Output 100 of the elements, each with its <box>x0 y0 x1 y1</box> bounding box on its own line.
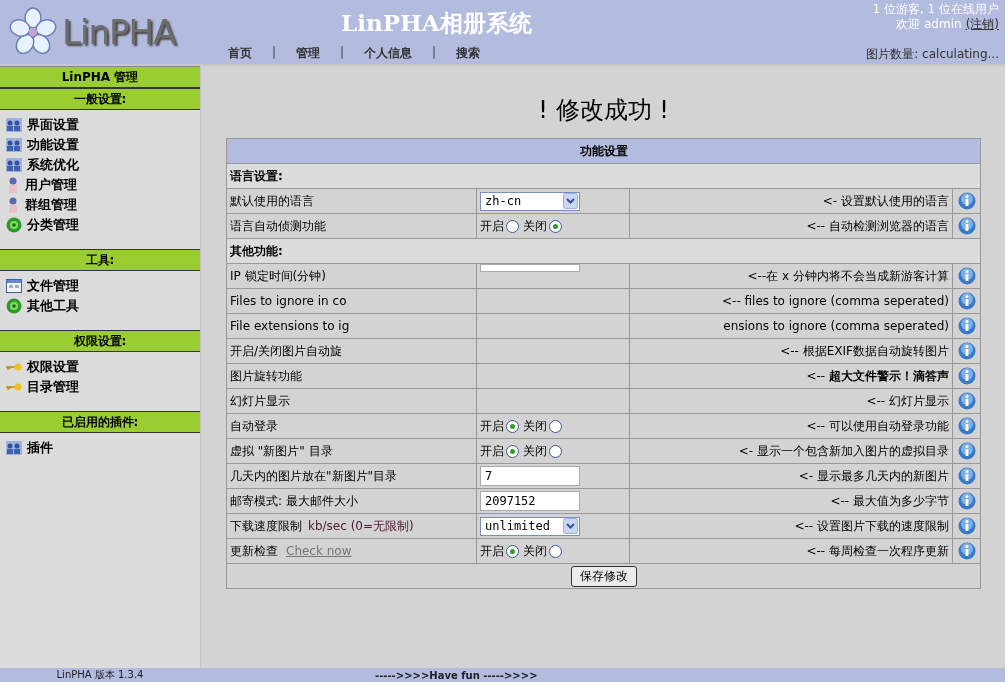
sidebar-title: LinPHA 管理 <box>0 66 200 88</box>
setting-description: <- 显示一个包含新加入图片的虚拟目录 <box>738 443 949 458</box>
radio-label: 开启 <box>480 417 504 435</box>
sidebar-section-header: 工具: <box>0 249 200 271</box>
nav-link[interactable]: 个人信息 <box>364 45 413 62</box>
people-icon <box>6 138 22 152</box>
info-icon[interactable] <box>957 192 976 210</box>
radio-button[interactable] <box>549 419 562 433</box>
nav-link[interactable]: 管理 <box>296 45 321 62</box>
flower-icon <box>6 217 22 233</box>
input-field[interactable]: 2097152 <box>480 491 580 511</box>
sidebar-link[interactable]: 目录管理 <box>27 378 79 396</box>
radio-button[interactable] <box>506 219 519 233</box>
setting-description: <-- 幻灯片显示 <box>866 393 949 408</box>
key-icon <box>6 382 22 392</box>
section-heading: 语言设置: <box>226 163 981 189</box>
setting-description: <--在 x 分钟内将不会当成新游客计算 <box>747 268 949 283</box>
setting-description: <-- 每周检查一次程序更新 <box>806 543 949 558</box>
radio-button[interactable] <box>549 544 562 558</box>
info-icon[interactable] <box>957 417 976 435</box>
setting-label: IP 锁定时间(分钟) <box>230 268 326 283</box>
save-button[interactable]: 保存修改 <box>570 565 637 587</box>
sidebar-section-header: 权限设置: <box>0 330 200 352</box>
radio-button[interactable] <box>506 419 519 433</box>
window-icon <box>6 279 22 293</box>
input-field[interactable]: 7 <box>480 466 580 486</box>
people-icon <box>6 118 22 132</box>
logout-link[interactable]: (注销) <box>965 17 999 32</box>
info-icon[interactable] <box>957 292 976 310</box>
setting-label: 几天内的图片放在"新图片"目录 <box>230 468 398 483</box>
setting-label: 更新检查 <box>230 543 278 558</box>
input-field[interactable] <box>480 264 580 272</box>
sidebar-link[interactable]: 群组管理 <box>25 196 77 214</box>
setting-description: <-- 可以使用自动登录功能 <box>806 418 949 433</box>
version-text: LinPHA 版本 1.3.4 <box>55 668 145 682</box>
info-icon[interactable] <box>957 342 976 360</box>
radio-label: 关闭 <box>523 417 547 435</box>
setting-label: 图片旋转功能 <box>230 368 302 383</box>
info-icon[interactable] <box>957 392 976 410</box>
info-icon[interactable] <box>957 267 976 285</box>
dropdown[interactable]: unlimited <box>480 516 580 536</box>
flower-logo-icon <box>8 7 58 57</box>
setting-description: <-- 最大值为多少字节 <box>830 493 949 508</box>
radio-button[interactable] <box>506 444 519 458</box>
image-count-text: 图片数量: calculating... <box>866 47 999 62</box>
key-icon <box>6 362 22 372</box>
info-icon[interactable] <box>957 467 976 485</box>
logo-text: LinPHA <box>62 12 176 52</box>
setting-label: 默认使用的语言 <box>230 193 314 208</box>
sidebar-link[interactable]: 功能设置 <box>27 136 79 154</box>
flower-icon <box>6 298 22 314</box>
section-heading: 其他功能: <box>226 238 981 264</box>
site-title: LinPHA相册系统 <box>340 8 533 38</box>
sidebar-section-header: 已启用的插件: <box>0 411 200 433</box>
nav-separator: | <box>340 45 345 61</box>
nav-link[interactable]: 搜索 <box>456 45 481 62</box>
setting-description: <-- 自动检测浏览器的语言 <box>806 218 949 233</box>
sidebar-link[interactable]: 其他工具 <box>27 297 79 315</box>
footer-motto: ----->>>>Have fun ----->>>> <box>375 669 538 681</box>
nav-separator: | <box>272 45 277 61</box>
info-icon[interactable] <box>957 542 976 560</box>
sidebar-link[interactable]: 文件管理 <box>27 277 79 295</box>
welcome-text: 欢迎 admin <box>896 17 962 32</box>
setting-label: 开启/关闭图片自动旋 <box>230 343 343 358</box>
info-icon[interactable] <box>957 517 976 535</box>
setting-description: <-- 根据EXIF数据自动旋转图片 <box>780 343 949 358</box>
setting-label: 下载速度限制 <box>230 518 302 533</box>
setting-label: Files to ignore in co <box>230 294 347 308</box>
setting-description: <- 设置默认使用的语言 <box>822 193 949 208</box>
person-icon <box>6 197 20 213</box>
info-icon[interactable] <box>957 442 976 460</box>
setting-description: <-- files to ignore (comma seperated) <box>722 294 949 308</box>
radio-label: 开启 <box>480 542 504 560</box>
sidebar-link[interactable]: 用户管理 <box>25 176 77 194</box>
setting-description: ensions to ignore (comma seperated) <box>723 319 949 333</box>
setting-label: 邮寄模式: 最大邮件大小 <box>230 493 358 508</box>
radio-button[interactable] <box>506 544 519 558</box>
info-icon[interactable] <box>957 492 976 510</box>
setting-label: 语言自动侦测功能 <box>230 218 326 233</box>
setting-label: 幻灯片显示 <box>230 393 290 408</box>
sidebar-link[interactable]: 插件 <box>27 439 53 457</box>
people-icon <box>6 441 22 455</box>
radio-label: 关闭 <box>523 442 547 460</box>
radio-button[interactable] <box>549 444 562 458</box>
radio-button[interactable] <box>549 219 562 233</box>
setting-label: 虚拟 "新图片" 目录 <box>230 443 333 458</box>
sidebar-link[interactable]: 权限设置 <box>27 358 79 376</box>
online-users-text: 1 位游客, 1 位在线用户 <box>872 2 999 17</box>
sidebar-section-header: 一般设置: <box>0 88 200 110</box>
sidebar-link[interactable]: 分类管理 <box>27 216 79 234</box>
people-icon <box>6 158 22 172</box>
info-icon[interactable] <box>957 217 976 235</box>
radio-label: 关闭 <box>523 542 547 560</box>
info-icon[interactable] <box>957 367 976 385</box>
sidebar-link[interactable]: 系统优化 <box>27 156 79 174</box>
dropdown[interactable]: zh-cn <box>480 191 580 211</box>
sidebar-link[interactable]: 界面设置 <box>27 116 79 134</box>
success-message: ! 修改成功 ! <box>537 95 670 126</box>
nav-link[interactable]: 首页 <box>228 45 252 62</box>
info-icon[interactable] <box>957 317 976 335</box>
